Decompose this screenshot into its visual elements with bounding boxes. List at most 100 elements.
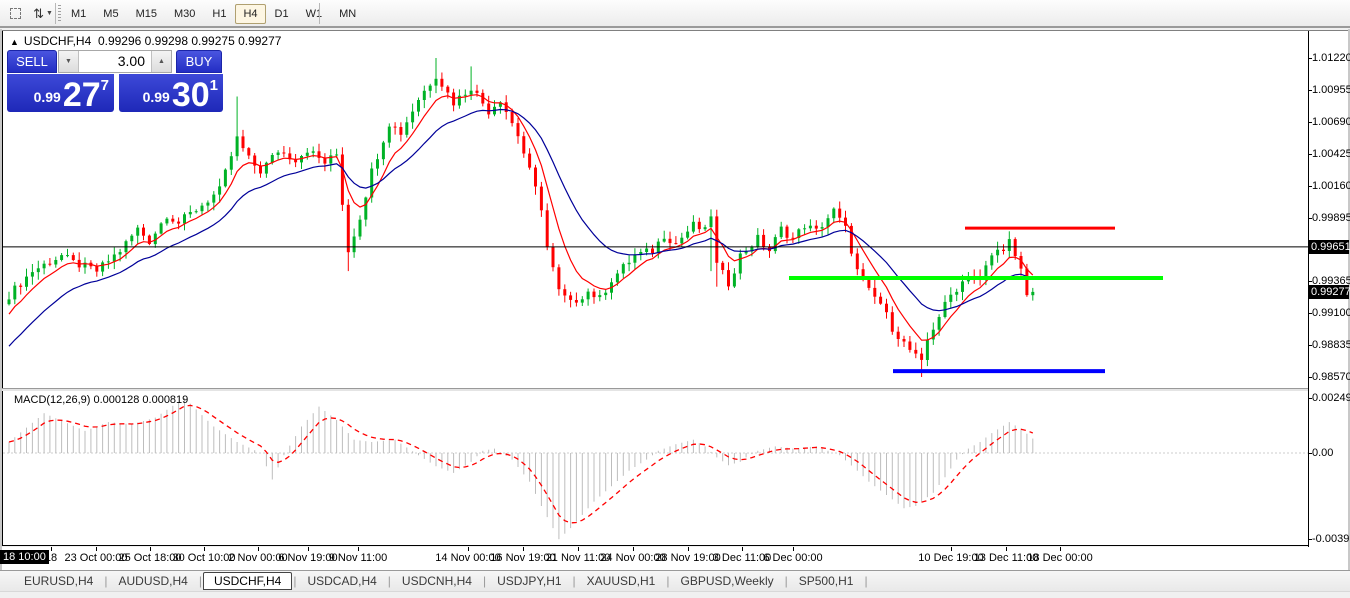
sell-price-panel[interactable]: 0.99 27 7 <box>7 74 114 112</box>
chart-tab-usdcnh[interactable]: USDCNH,H4 <box>392 573 482 589</box>
chart-symbol-label: USDCHF,H4 <box>24 34 91 48</box>
price-axis-label: 0.98570 <box>1312 371 1350 383</box>
tf-button-m15[interactable]: M15 <box>128 4 165 24</box>
date-axis-tick <box>578 547 579 551</box>
date-axis-tick <box>258 547 259 551</box>
macd-histogram <box>9 398 1033 539</box>
chart-tab-gbpusd[interactable]: GBPUSD,Weekly <box>670 573 783 589</box>
toolbar-separator <box>55 3 56 24</box>
chart-tab-usdchf[interactable]: USDCHF,H4 <box>203 572 292 590</box>
volume-increase-button[interactable]: ▲ <box>151 51 171 72</box>
tf-button-d1[interactable]: D1 <box>267 4 297 24</box>
chart-tabs-bar: EURUSD,H4|AUDUSD,H4|USDCHF,H4|USDCAD,H4|… <box>0 571 1350 591</box>
tab-separator: | <box>785 574 788 588</box>
chart-tab-xauusd[interactable]: XAUUSD,H1 <box>577 573 666 589</box>
date-axis-tick <box>150 547 151 551</box>
buy-button[interactable]: BUY <box>176 50 222 73</box>
macd-axis-label: -0.003913 <box>1312 533 1350 545</box>
chart-tab-usdjpy[interactable]: USDJPY,H1 <box>487 573 571 589</box>
price-axis-label: 0.99100 <box>1312 307 1350 319</box>
top-toolbar: ⇅ ▼ M1M5M15M30H1H4D1W1MN <box>0 0 1350 28</box>
macd-pane[interactable] <box>2 391 1308 546</box>
window-left-border <box>0 29 2 570</box>
date-axis-tick <box>308 547 309 551</box>
date-axis-tick <box>51 547 52 551</box>
dropdown-caret-icon[interactable]: ▼ <box>46 10 53 17</box>
tab-separator: | <box>666 574 669 588</box>
price-axis-label: 0.98835 <box>1312 339 1350 351</box>
price-axis-label: 0.99895 <box>1312 212 1350 224</box>
chart-tab-usdcad[interactable]: USDCAD,H4 <box>297 573 386 589</box>
date-axis-highlight: 18 10:00 <box>0 550 49 564</box>
price-axis-label: 1.00160 <box>1312 180 1350 192</box>
chart-tab-sp500[interactable]: SP500,H1 <box>789 573 864 589</box>
selection-box-icon <box>10 8 21 19</box>
chart-title: ▲ USDCHF,H4 0.99296 0.99298 0.99275 0.992… <box>10 34 281 48</box>
mt4-window: { "toolbar": { "sort_icon_glyph": "⇅", "… <box>0 0 1350 598</box>
tf-button-m1[interactable]: M1 <box>63 4 94 24</box>
volume-spinner: ▼ 3.00 ▲ <box>58 50 172 73</box>
tab-separator: | <box>388 574 391 588</box>
sell-button[interactable]: SELL <box>7 50 57 73</box>
price-axis[interactable] <box>1308 31 1350 570</box>
price-axis-label: 1.00690 <box>1312 116 1350 128</box>
macd-signal-line <box>9 405 1033 523</box>
date-axis-label: 9 Nov 11:00 <box>329 552 388 564</box>
date-axis-label: 18 Dec 00:00 <box>1027 552 1092 564</box>
date-axis-tick <box>742 547 743 551</box>
chart-tab-eurusd[interactable]: EURUSD,H4 <box>14 573 103 589</box>
date-axis-tick <box>951 547 952 551</box>
price-axis-highlight: 0.99277 <box>1309 285 1349 299</box>
sort-arrows-icon: ⇅ <box>33 7 44 20</box>
arrange-charts-button[interactable]: ⇅ ▼ <box>28 3 58 24</box>
tab-separator: | <box>864 574 867 588</box>
date-axis-label: 30 Oct 10:00 <box>173 552 236 564</box>
date-axis-tick <box>793 547 794 551</box>
price-axis-label: 1.00425 <box>1312 148 1350 160</box>
date-axis-tick <box>468 547 469 551</box>
macd-canvas[interactable] <box>3 391 1308 546</box>
sell-price-sup: 7 <box>101 77 109 94</box>
tf-button-h1[interactable]: H1 <box>204 4 234 24</box>
macd-axis-label: 0.002492 <box>1312 392 1350 404</box>
status-bar <box>0 591 1350 598</box>
tab-separator: | <box>293 574 296 588</box>
macd-axis-label: 0.00 <box>1312 447 1333 459</box>
date-axis-tick <box>96 547 97 551</box>
date-axis-tick <box>1060 547 1061 551</box>
date-axis-label: 18 <box>45 552 57 564</box>
tf-button-m30[interactable]: M30 <box>166 4 203 24</box>
price-axis-label: 1.01220 <box>1312 52 1350 64</box>
tab-separator: | <box>483 574 486 588</box>
date-axis-label: 28 Nov 19:00 <box>655 552 720 564</box>
tf-button-h4[interactable]: H4 <box>235 4 265 24</box>
toolbar-separator <box>319 3 320 24</box>
buy-price-sup: 1 <box>210 77 218 94</box>
chart-tab-audusd[interactable]: AUDUSD,H4 <box>108 573 197 589</box>
buy-price-panel[interactable]: 0.99 30 1 <box>119 74 223 112</box>
sell-price-base: 0.99 <box>34 89 61 105</box>
tab-separator: | <box>104 574 107 588</box>
date-axis-tick <box>688 547 689 551</box>
collapse-arrow-icon[interactable]: ▲ <box>10 37 19 47</box>
sell-price-big: 27 <box>63 81 101 109</box>
date-axis-tick <box>204 547 205 551</box>
tf-button-w1[interactable]: W1 <box>298 4 331 24</box>
date-axis-tick <box>633 547 634 551</box>
price-axis-highlight: 0.99651 <box>1309 240 1349 254</box>
date-axis-tick <box>523 547 524 551</box>
buy-price-base: 0.99 <box>143 89 170 105</box>
selection-box-button[interactable] <box>4 3 26 24</box>
date-axis-tick <box>358 547 359 551</box>
tf-button-mn[interactable]: MN <box>331 4 364 24</box>
volume-decrease-button[interactable]: ▼ <box>59 51 79 72</box>
macd-indicator-label: MACD(12,26,9) 0.000128 0.000819 <box>14 394 188 406</box>
toolbar-grip[interactable] <box>58 5 61 23</box>
date-axis-label: 6 Dec 00:00 <box>763 552 822 564</box>
buy-price-big: 30 <box>172 81 210 109</box>
volume-input[interactable]: 3.00 <box>79 51 151 72</box>
tf-button-m5[interactable]: M5 <box>95 4 126 24</box>
tab-separator: | <box>573 574 576 588</box>
date-axis-tick <box>1006 547 1007 551</box>
chart-ohlc-values: 0.99296 0.99298 0.99275 0.99277 <box>98 34 282 48</box>
